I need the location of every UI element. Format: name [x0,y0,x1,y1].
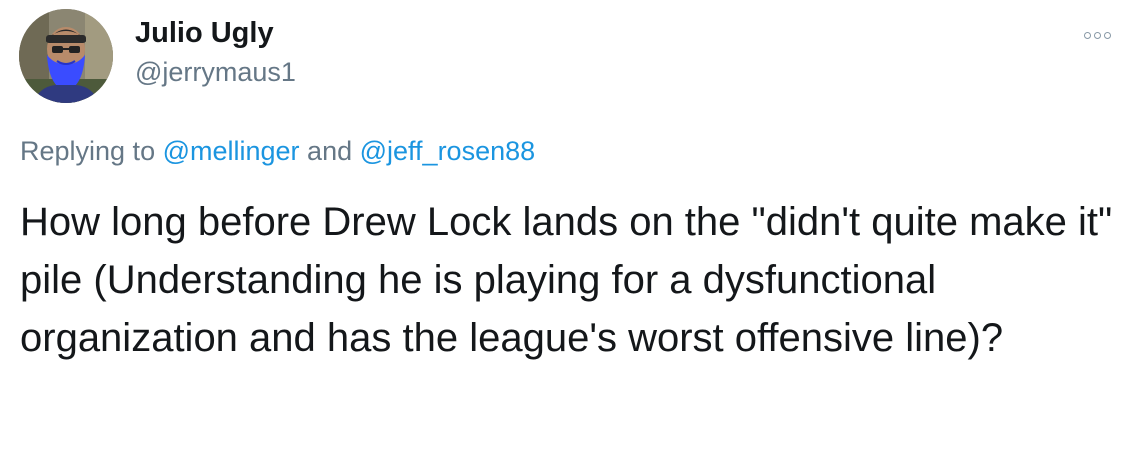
user-handle[interactable]: @jerrymaus1 [135,57,296,88]
ellipsis-icon [1084,31,1091,39]
mention-link-jeff-rosen88[interactable]: @jeff_rosen88 [360,136,536,166]
ellipsis-icon [1094,31,1101,39]
replying-to: Replying to @mellinger and @jeff_rosen88 [20,136,535,167]
ellipsis-icon [1104,31,1111,39]
mention-link-mellinger[interactable]: @mellinger [163,136,300,166]
avatar[interactable] [19,9,113,103]
tweet-text: How long before Drew Lock lands on the "… [20,200,1113,360]
tweet-card: Julio Ugly @jerrymaus1 Replying to @mell… [0,0,1140,454]
avatar-photo [19,9,113,103]
replying-to-label: Replying to [20,136,163,166]
more-options-button[interactable] [1084,28,1120,42]
display-name[interactable]: Julio Ugly [135,17,274,50]
replying-to-connector: and [299,136,360,166]
